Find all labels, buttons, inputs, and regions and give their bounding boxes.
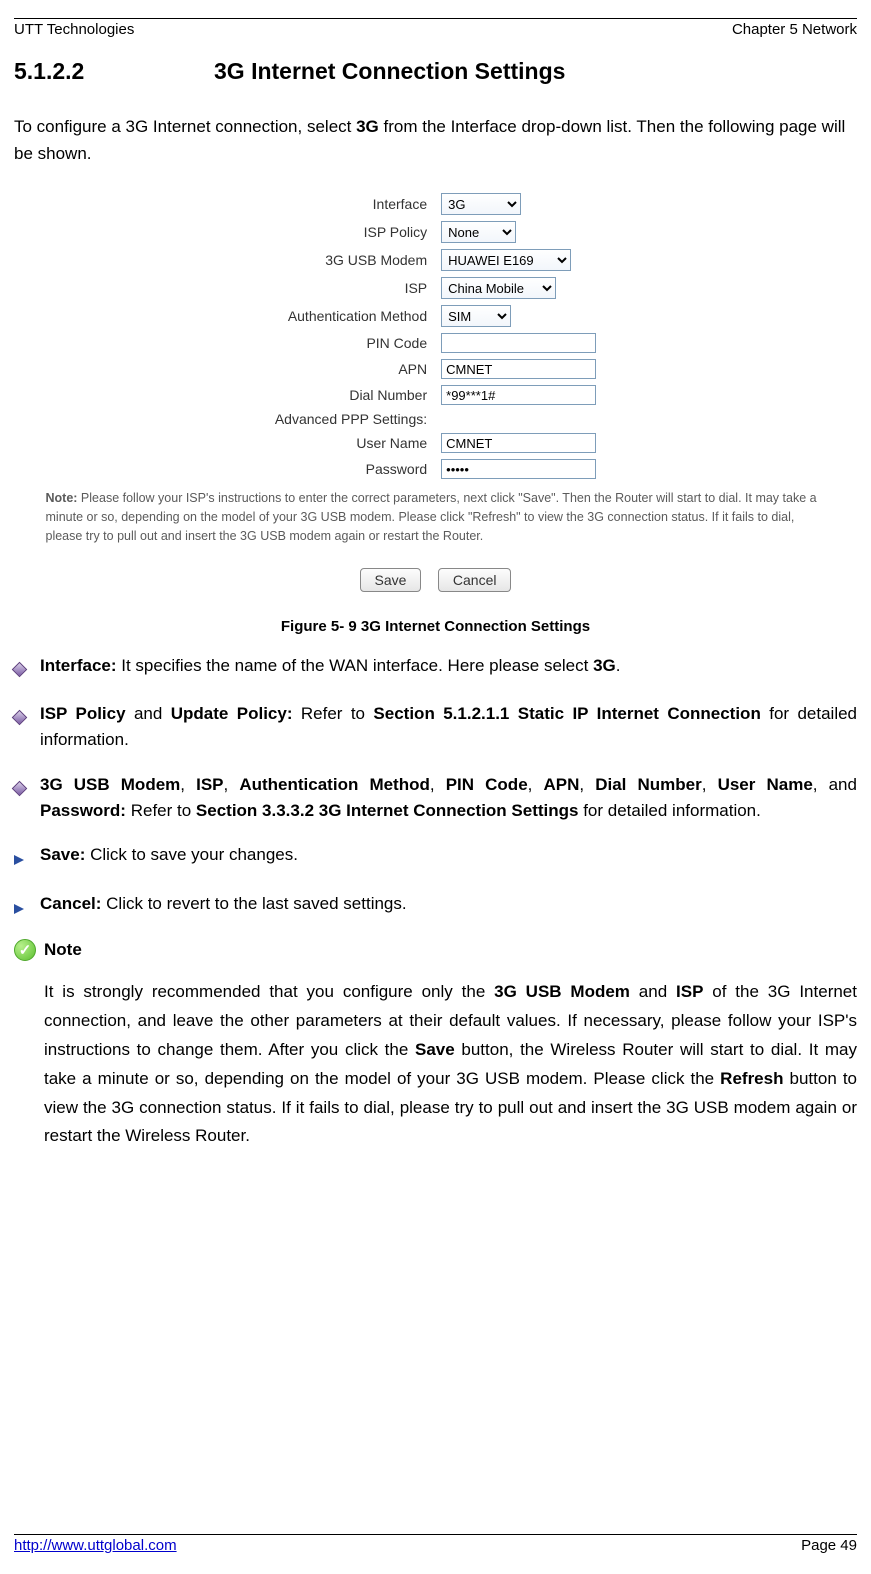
label-pin-code: PIN Code [271,331,435,355]
input-user-name[interactable] [441,433,596,453]
b4-b1: Save: [40,845,85,864]
diamond-icon [14,701,40,731]
label-3g-usb-modem: 3G USB Modem [271,247,435,273]
label-advanced-ppp: Advanced PPP Settings: [271,409,435,429]
intro-bold: 3G [356,117,379,136]
b3-t3: , [430,775,446,794]
b5-t1: Click to revert to the last saved settin… [101,894,406,913]
settings-form-table: Interface 3G ISP Policy None 3G USB Mode… [269,189,602,483]
bullet-save: Save: Click to save your changes. [14,842,857,872]
figure-note-label: Note: [46,491,78,505]
note-t2: and [630,982,676,1001]
b2-b1: ISP Policy [40,704,126,723]
label-isp-policy: ISP Policy [271,219,435,245]
b3-b4: PIN Code [446,775,528,794]
b3-b8: Password: [40,801,126,820]
arrow-icon [14,842,40,872]
input-dial-number[interactable] [441,385,596,405]
check-icon: ✓ [14,939,36,961]
b3-t5: , [579,775,595,794]
bullet-3g-params: 3G USB Modem, ISP, Authentication Method… [14,772,857,825]
label-isp: ISP [271,275,435,301]
bullet-interface: Interface: It specifies the name of the … [14,653,857,683]
b3-t7: , and [813,775,857,794]
b3-b2: ISP [196,775,223,794]
bullet-cancel: Cancel: Click to revert to the last save… [14,891,857,921]
header-left: UTT Technologies [14,21,134,38]
intro-paragraph: To configure a 3G Internet connection, s… [14,113,857,167]
note-b3: Save [415,1040,455,1059]
b2-b2: Update Policy: [171,704,293,723]
figure-caption: Figure 5- 9 3G Internet Connection Setti… [14,618,857,635]
footer-page-number: Page 49 [801,1537,857,1554]
b3-b5: APN [543,775,579,794]
section-heading: 5.1.2.2 3G Internet Connection Settings [14,58,857,85]
note-heading-text: Note [44,940,82,960]
figure-note-text: Note: Please follow your ISP's instructi… [46,489,826,545]
header-right: Chapter 5 Network [732,21,857,38]
arrow-icon [14,891,40,921]
note-b2: ISP [676,982,703,1001]
select-interface[interactable]: 3G [441,193,521,215]
figure-note-body: Please follow your ISP's instructions to… [46,491,817,543]
b1-bold2: 3G [593,656,616,675]
note-t1: It is strongly recommended that you conf… [44,982,494,1001]
label-apn: APN [271,357,435,381]
b1-label: Interface: [40,656,117,675]
page-footer: http://www.uttglobal.com Page 49 [14,1534,857,1554]
b3-t6: , [702,775,718,794]
diamond-icon [14,653,40,683]
b3-t1: , [180,775,196,794]
b3-t9: for detailed information. [578,801,760,820]
b2-t1: and [126,704,171,723]
select-isp[interactable]: China Mobile [441,277,556,299]
b3-b1: 3G USB Modem [40,775,180,794]
b2-b3: Section 5.1.2.1.1 Static IP Internet Con… [373,704,760,723]
b1-t2: . [616,656,621,675]
input-password[interactable] [441,459,596,479]
label-interface: Interface [271,191,435,217]
b4-t1: Click to save your changes. [85,845,298,864]
save-button[interactable]: Save [360,568,422,592]
cancel-button[interactable]: Cancel [438,568,512,592]
select-isp-policy[interactable]: None [441,221,516,243]
bullet-isp-policy: ISP Policy and Update Policy: Refer to S… [14,701,857,754]
b3-b9: Section 3.3.3.2 3G Internet Connection S… [196,801,579,820]
label-password: Password [271,457,435,481]
b1-t1: It specifies the name of the WAN interfa… [117,656,594,675]
b2-t2: Refer to [292,704,373,723]
label-dial-number: Dial Number [271,383,435,407]
page: UTT Technologies Chapter 5 Network 5.1.2… [0,0,871,1574]
button-row: Save Cancel [46,568,826,592]
note-heading: ✓ Note [14,939,857,961]
b3-t4: , [528,775,544,794]
select-auth-method[interactable]: SIM [441,305,511,327]
footer-url-link[interactable]: http://www.uttglobal.com [14,1537,177,1554]
note-b1: 3G USB Modem [494,982,630,1001]
section-number: 5.1.2.2 [14,58,214,85]
select-3g-usb-modem[interactable]: HUAWEI E169 [441,249,571,271]
input-apn[interactable] [441,359,596,379]
b5-b1: Cancel: [40,894,101,913]
b3-t2: , [224,775,240,794]
b3-b3: Authentication Method [239,775,430,794]
intro-text-1: To configure a 3G Internet connection, s… [14,117,356,136]
page-header: UTT Technologies Chapter 5 Network [14,18,857,58]
figure-settings-form: Interface 3G ISP Policy None 3G USB Mode… [46,189,826,591]
b3-b6: Dial Number [595,775,702,794]
label-auth-method: Authentication Method [271,303,435,329]
b3-t8: Refer to [126,801,196,820]
section-title: 3G Internet Connection Settings [214,58,565,85]
input-pin-code[interactable] [441,333,596,353]
diamond-icon [14,772,40,802]
note-b4: Refresh [720,1069,783,1088]
note-paragraph: It is strongly recommended that you conf… [14,978,857,1151]
label-user-name: User Name [271,431,435,455]
b3-b7: User Name [718,775,813,794]
